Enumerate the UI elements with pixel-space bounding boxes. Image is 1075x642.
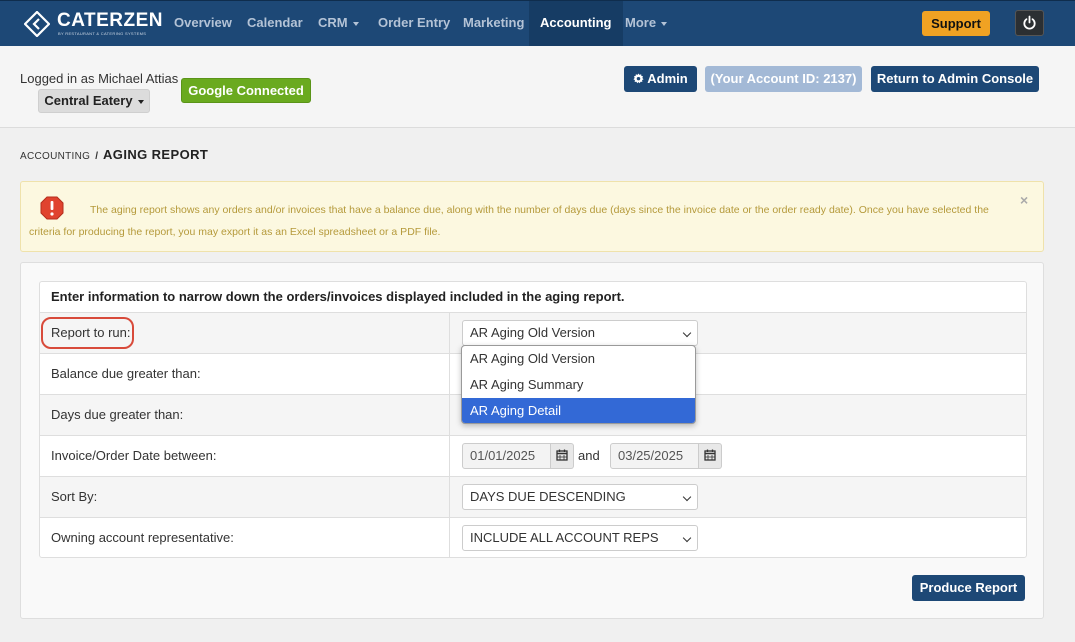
sort-select-value: DAYS DUE DESCENDING — [470, 489, 626, 504]
breadcrumb-accounting[interactable]: ACCOUNTING — [20, 151, 90, 162]
chevron-down-icon — [682, 328, 692, 338]
nav-order-entry[interactable]: Order Entry — [367, 1, 461, 46]
breadcrumb-separator: / — [95, 151, 99, 162]
caterzen-logo[interactable]: CATERZEN BY RESTAURANT & CATERING SYSTEM… — [24, 9, 163, 39]
logout-button[interactable] — [1015, 10, 1044, 36]
aging-report-panel: Enter information to narrow down the ord… — [20, 262, 1044, 619]
rep-row: Owning account representative: INCLUDE A… — [40, 518, 1026, 557]
calendar-icon — [704, 449, 716, 461]
end-date-calendar-button[interactable] — [699, 443, 722, 469]
gear-icon — [633, 73, 644, 84]
account-id-button: (Your Account ID: 2137) — [705, 66, 862, 92]
end-date-input[interactable]: 03/25/2025 — [610, 443, 699, 469]
info-alert: The aging report shows any orders and/or… — [20, 181, 1044, 252]
warning-icon — [40, 196, 64, 220]
start-date-calendar-button[interactable] — [551, 443, 574, 469]
chevron-down-icon — [137, 99, 144, 104]
form-heading: Enter information to narrow down the ord… — [40, 282, 1026, 313]
account-bar: Logged in as Michael Attias Central Eate… — [0, 46, 1075, 128]
days-label: Days due greater than: — [51, 407, 184, 422]
report-select-value: AR Aging Old Version — [470, 325, 596, 340]
page-title: AGING REPORT — [103, 147, 209, 162]
google-connected-button[interactable]: Google Connected — [181, 78, 311, 103]
report-option[interactable]: AR Aging Old Version — [462, 346, 695, 372]
power-icon — [1023, 15, 1036, 30]
column-divider — [449, 436, 450, 477]
alert-text: The aging report shows any orders and/or… — [29, 204, 989, 238]
sort-select[interactable]: DAYS DUE DESCENDING — [462, 484, 698, 510]
column-divider — [449, 477, 450, 518]
chevron-down-icon — [682, 533, 692, 543]
logo-diamond-icon — [24, 11, 50, 37]
sort-row: Sort By: DAYS DUE DESCENDING — [40, 477, 1026, 518]
rep-label: Owning account representative: — [51, 530, 234, 545]
dates-row: Invoice/Order Date between: 01/01/2025 a… — [40, 436, 1026, 477]
nav-crm[interactable]: CRM — [307, 1, 370, 46]
admin-label: Admin — [647, 71, 688, 86]
nav-calendar[interactable]: Calendar — [236, 1, 314, 46]
nav-marketing[interactable]: Marketing — [452, 1, 535, 46]
logged-in-text: Logged in as Michael Attias — [20, 71, 179, 86]
nav-accounting[interactable]: Accounting — [529, 1, 623, 46]
column-divider — [449, 354, 450, 395]
location-dropdown[interactable]: Central Eatery — [38, 89, 150, 113]
brand-tagline: BY RESTAURANT & CATERING SYSTEMS — [58, 31, 147, 36]
admin-button[interactable]: Admin — [624, 66, 697, 92]
nav-overview[interactable]: Overview — [163, 1, 243, 46]
top-navbar: CATERZEN BY RESTAURANT & CATERING SYSTEM… — [0, 0, 1075, 46]
and-text: and — [578, 448, 600, 463]
nav-more-label: More — [625, 15, 657, 30]
column-divider — [449, 313, 450, 354]
chevron-down-icon — [352, 21, 359, 26]
breadcrumb: ACCOUNTING / AGING REPORT — [20, 147, 208, 162]
brand-name: CATERZEN — [57, 10, 164, 31]
nav-crm-label: CRM — [318, 15, 348, 30]
chevron-down-icon — [682, 492, 692, 502]
chevron-down-icon — [661, 21, 668, 26]
sort-label: Sort By: — [51, 489, 98, 504]
column-divider — [449, 395, 450, 436]
report-label-highlight — [41, 317, 134, 349]
dates-label: Invoice/Order Date between: — [51, 448, 217, 463]
rep-select-value: INCLUDE ALL ACCOUNT REPS — [470, 530, 659, 545]
rep-select[interactable]: INCLUDE ALL ACCOUNT REPS — [462, 525, 698, 551]
report-select[interactable]: AR Aging Old Version — [462, 320, 698, 346]
produce-report-button[interactable]: Produce Report — [912, 575, 1025, 601]
close-icon[interactable]: × — [1020, 192, 1028, 208]
calendar-icon — [556, 449, 568, 461]
nav-more[interactable]: More — [614, 1, 678, 46]
report-option[interactable]: AR Aging Summary — [462, 372, 695, 398]
support-button[interactable]: Support — [922, 11, 990, 36]
start-date-input[interactable]: 01/01/2025 — [462, 443, 551, 469]
report-options-dropdown: AR Aging Old Version AR Aging Summary AR… — [461, 345, 696, 424]
column-divider — [449, 518, 450, 557]
balance-label: Balance due greater than: — [51, 366, 201, 381]
report-option-selected[interactable]: AR Aging Detail — [462, 398, 695, 423]
return-admin-console-button[interactable]: Return to Admin Console — [871, 66, 1039, 92]
location-label: Central Eatery — [44, 93, 133, 108]
